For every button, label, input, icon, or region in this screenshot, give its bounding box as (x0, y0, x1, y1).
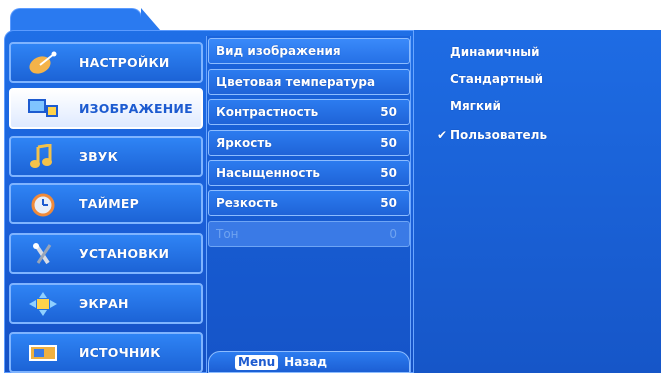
brightness-row[interactable]: Яркость 50 (208, 130, 410, 156)
category-picture[interactable]: ИЗОБРАЖЕНИЕ (9, 88, 203, 129)
option-label: Мягкий (450, 99, 501, 113)
screen-position-icon (25, 291, 61, 317)
category-source[interactable]: ИСТОЧНИК (9, 332, 203, 373)
category-label: ТАЙМЕР (79, 196, 140, 211)
category-label: ИЗОБРАЖЕНИЕ (79, 101, 193, 116)
color-temperature-label: Цветовая температура (216, 75, 376, 89)
picture-mode-option[interactable]: Стандартный (450, 72, 543, 86)
category-setup[interactable]: УСТАНОВКИ (9, 233, 203, 274)
menu-key-badge[interactable]: Menu (235, 354, 279, 370)
picture-mode-option-selected[interactable]: ✔ Пользователь (437, 128, 548, 142)
category-label: ЭКРАН (79, 296, 129, 311)
contrast-row[interactable]: Контрастность 50 (208, 99, 410, 125)
color-temperature-row[interactable]: Цветовая температура (208, 69, 410, 95)
option-label: Пользователь (450, 128, 548, 142)
category-screen[interactable]: ЭКРАН (9, 283, 203, 324)
setting-value: 50 (380, 136, 397, 150)
category-label: УСТАНОВКИ (79, 246, 170, 261)
picture-mode-row[interactable]: Вид изображения (208, 38, 410, 64)
tint-row: Тон 0 (208, 221, 410, 247)
category-label: ЗВУК (79, 149, 119, 164)
category-label: НАСТРОЙКИ (79, 55, 170, 70)
setting-value: 50 (380, 105, 397, 119)
setting-label: Контрастность (216, 105, 319, 119)
music-note-icon (25, 143, 61, 170)
sharpness-row[interactable]: Резкость 50 (208, 190, 410, 216)
saturation-row[interactable]: Насыщенность 50 (208, 160, 410, 186)
menu-footer: Menu Назад (208, 351, 410, 373)
picture-mode-label: Вид изображения (216, 44, 341, 58)
checkmark-icon: ✔ (437, 128, 448, 142)
setting-label: Резкость (216, 196, 278, 210)
option-label: Стандартный (450, 72, 544, 86)
settings-satellite-icon (25, 50, 61, 76)
tv-osd-menu: НАСТРОЙКИ ИЗОБРАЖЕНИЕ ЗВУК ТАЙМЕР УСТАНО… (0, 0, 661, 373)
setting-value: 50 (380, 166, 397, 180)
category-timer[interactable]: ТАЙМЕР (9, 183, 203, 224)
setting-label: Яркость (216, 136, 272, 150)
setting-value: 0 (389, 227, 397, 241)
tools-icon (25, 241, 61, 267)
option-label: Динамичный (450, 45, 540, 59)
category-settings[interactable]: НАСТРОЙКИ (9, 42, 203, 83)
category-sound[interactable]: ЗВУК (9, 136, 203, 177)
picture-mode-option[interactable]: Мягкий (450, 99, 501, 113)
back-label[interactable]: Назад (284, 355, 327, 369)
picture-mode-option[interactable]: Динамичный (450, 45, 540, 59)
setting-label: Насыщенность (216, 166, 320, 180)
clock-icon (25, 191, 61, 217)
picture-icon (25, 96, 61, 122)
category-label: ИСТОЧНИК (79, 345, 161, 360)
input-source-icon (25, 340, 61, 366)
setting-label: Тон (216, 227, 239, 241)
setting-value: 50 (380, 196, 397, 210)
